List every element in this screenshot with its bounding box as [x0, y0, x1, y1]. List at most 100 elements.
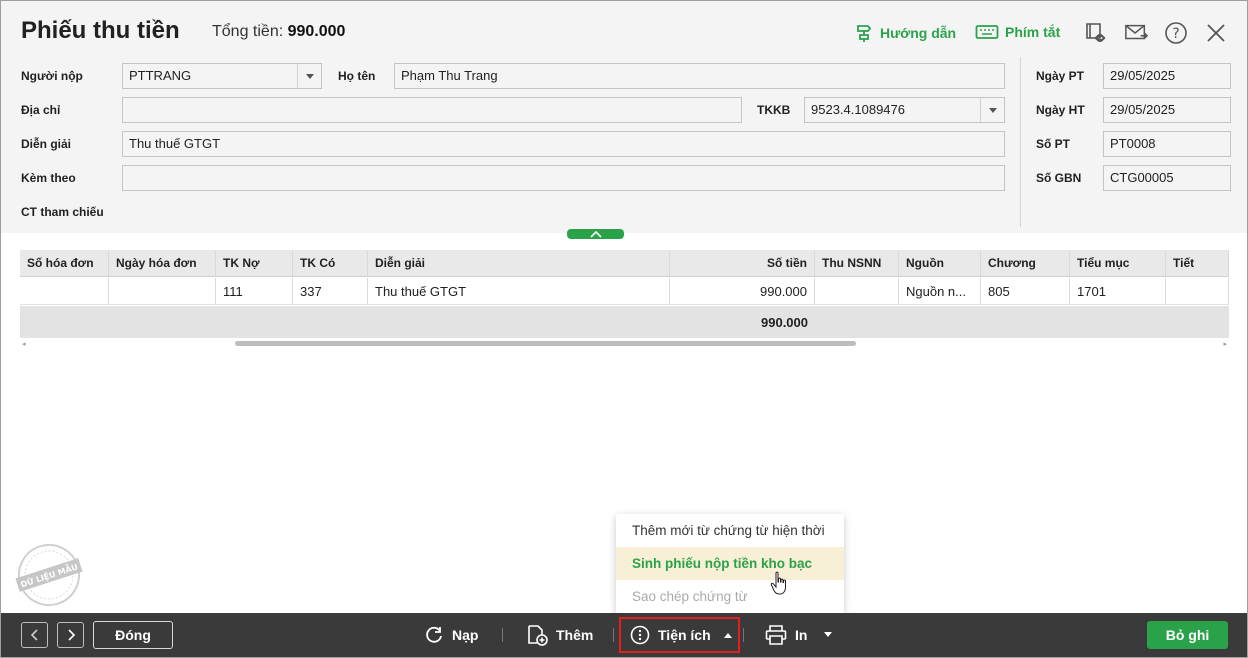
guide-icon	[857, 25, 872, 42]
total-label: Tổng tiền:	[212, 23, 284, 40]
address-field[interactable]	[122, 97, 742, 123]
horizontal-scrollbar[interactable]: ◂ ▸	[20, 339, 1229, 349]
cell[interactable]: 990.000	[670, 278, 815, 304]
shortcut-label: Phím tắt	[1005, 24, 1061, 40]
chevron-down-icon	[988, 107, 997, 113]
cell[interactable]: 337	[293, 278, 368, 304]
menu-item-copy-document: Sao chép chứng từ	[632, 589, 748, 604]
tkkb-dropdown-button[interactable]	[980, 98, 1004, 122]
cell[interactable]: Thu thuế GTGT	[368, 278, 670, 304]
utility-label: Tiện ích	[658, 627, 711, 643]
menu-item-generate-treasury-slip[interactable]: Sinh phiếu nộp tiền kho bạc	[616, 547, 844, 580]
utility-icon	[630, 625, 650, 645]
prev-icon	[30, 629, 38, 641]
unsave-button[interactable]: Bỏ ghi	[1147, 621, 1228, 649]
printer-icon	[765, 625, 787, 645]
payer-dropdown-button[interactable]	[297, 64, 321, 88]
col-header[interactable]: Nguồn	[899, 250, 981, 276]
shortcut-link[interactable]: Phím tắt	[975, 23, 1060, 41]
payer-label: Người nộp	[21, 69, 83, 83]
guide-link[interactable]: Hướng dẫn	[854, 23, 956, 43]
utility-menu: Thêm mới từ chứng từ hiện thời Sinh phiế…	[616, 514, 844, 613]
so-gbn-field[interactable]: CTG00005	[1103, 165, 1231, 191]
date-pt-field[interactable]: 29/05/2025	[1103, 63, 1231, 89]
cell[interactable]	[815, 278, 899, 304]
table-row[interactable]: 111 337 Thu thuế GTGT 990.000 Nguồn n...…	[20, 278, 1229, 305]
collapse-header-button[interactable]	[567, 229, 624, 239]
col-header[interactable]: Ngày hóa đơn	[109, 250, 216, 276]
date-ht-label: Ngày HT	[1036, 103, 1085, 117]
header-divider	[1020, 57, 1021, 227]
col-header[interactable]: Diễn giải	[368, 250, 670, 276]
total-cell: 990.000	[761, 314, 808, 330]
grid-summary-row: 990.000	[20, 306, 1229, 338]
col-header[interactable]: Thu NSNN	[815, 250, 899, 276]
page-title: Phiếu thu tiền	[21, 17, 180, 44]
prev-button[interactable]	[21, 622, 48, 648]
so-pt-label: Số PT	[1036, 137, 1071, 151]
col-header[interactable]: Số hóa đơn	[20, 250, 109, 276]
reload-label: Nạp	[452, 627, 479, 643]
utility-button[interactable]: Tiện ích	[630, 621, 733, 649]
name-field[interactable]: Phạm Thu Trang	[394, 63, 1005, 89]
col-header[interactable]: Tiết	[1166, 250, 1229, 276]
scroll-thumb[interactable]	[235, 341, 856, 346]
close-button[interactable]: Đóng	[93, 621, 173, 649]
desc-label: Diễn giải	[21, 137, 72, 151]
add-label: Thêm	[556, 627, 594, 643]
cell[interactable]	[1166, 278, 1229, 304]
footer-toolbar: Đóng Nạp Thêm Tiện ích In Bỏ ghi	[1, 613, 1247, 657]
caret-up-icon	[723, 633, 732, 638]
cell[interactable]: 805	[981, 278, 1070, 304]
col-header[interactable]: Tiểu mục	[1070, 250, 1166, 276]
address-label: Địa chỉ	[21, 103, 61, 117]
menu-item-add-from-current[interactable]: Thêm mới từ chứng từ hiện thời	[616, 514, 844, 547]
guide-label: Hướng dẫn	[880, 25, 957, 41]
svg-text:?: ?	[1172, 26, 1179, 42]
col-header[interactable]: TK Nợ	[216, 250, 293, 276]
cell[interactable]	[109, 278, 216, 304]
total-amount: Tổng tiền: 990.000	[212, 23, 345, 41]
col-header[interactable]: Số tiền	[670, 250, 815, 276]
reload-icon	[426, 626, 442, 643]
col-header[interactable]: Chương	[981, 250, 1070, 276]
next-icon	[67, 629, 75, 641]
keyboard-icon	[975, 25, 999, 39]
print-dropdown-button[interactable]	[823, 621, 833, 649]
help-icon[interactable]: ?	[1164, 21, 1188, 45]
name-label: Họ tên	[338, 69, 376, 83]
so-pt-field[interactable]: PT0008	[1103, 131, 1231, 157]
scroll-left-icon[interactable]: ◂	[22, 340, 26, 348]
desc-field[interactable]: Thu thuế GTGT	[122, 131, 1005, 157]
cell[interactable]: 111	[216, 278, 293, 304]
close-icon[interactable]	[1204, 21, 1228, 45]
hand-cursor-icon	[770, 571, 786, 595]
attach-field[interactable]	[122, 165, 1005, 191]
chevron-down-icon	[305, 73, 314, 79]
scroll-right-icon[interactable]: ▸	[1223, 340, 1227, 348]
caret-down-icon	[824, 632, 832, 637]
grid-header: Số hóa đơn Ngày hóa đơn TK Nợ TK Có Diễn…	[20, 250, 1229, 277]
cell[interactable]: 1701	[1070, 278, 1166, 304]
so-gbn-label: Số GBN	[1036, 171, 1082, 185]
form-header: Phiếu thu tiền Tổng tiền: 990.000 Hướng …	[1, 1, 1247, 233]
date-pt-label: Ngày PT	[1036, 69, 1085, 83]
payer-value: PTTRANG	[129, 68, 192, 83]
tkkb-label: TKKB	[757, 103, 791, 117]
mail-icon[interactable]	[1124, 21, 1148, 45]
payer-select[interactable]: PTTRANG	[122, 63, 322, 89]
print-button[interactable]: In	[765, 621, 807, 649]
reload-button[interactable]: Nạp	[424, 621, 478, 649]
date-ht-field[interactable]: 29/05/2025	[1103, 97, 1231, 123]
cell[interactable]: Nguồn n...	[899, 278, 981, 304]
chevron-up-icon	[589, 230, 602, 238]
tkkb-select[interactable]: 9523.4.1089476	[804, 97, 1005, 123]
col-header[interactable]: TK Có	[293, 250, 368, 276]
print-label: In	[795, 627, 808, 643]
book-view-icon[interactable]	[1084, 21, 1108, 45]
add-doc-icon	[528, 625, 548, 646]
next-button[interactable]	[57, 622, 84, 648]
add-button[interactable]: Thêm	[526, 621, 593, 649]
cell[interactable]	[20, 278, 109, 304]
ref-label: CT tham chiếu	[21, 205, 104, 219]
